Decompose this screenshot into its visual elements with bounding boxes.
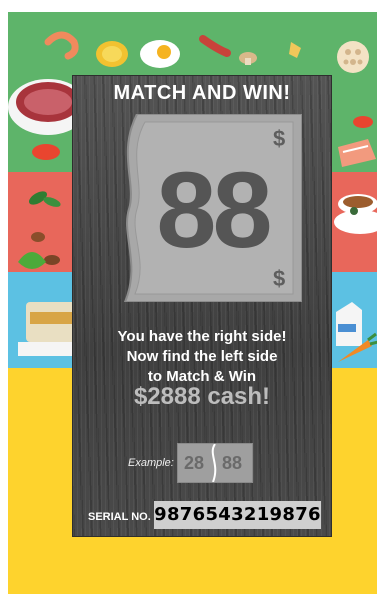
pasta-icon — [289, 42, 301, 58]
egg-icon — [140, 40, 180, 68]
instruction-text: You have the right side! Now find the le… — [73, 327, 331, 387]
card-title: MATCH AND WIN! — [113, 82, 291, 104]
example-label: Example: — [128, 457, 174, 469]
milk-carton-icon — [336, 302, 362, 346]
example-left-number: 28 — [184, 453, 205, 473]
lettuce-icon — [18, 252, 46, 269]
lotus-root-icon — [337, 41, 369, 73]
shrimp-icon — [44, 31, 79, 60]
serial-number-box: 9876543219876 — [154, 501, 321, 529]
prize-text: $2888 cash! — [133, 383, 271, 410]
example-right-number: 88 — [222, 453, 243, 473]
teacup-icon — [334, 194, 377, 234]
dollar-sign-bottom: $ — [273, 266, 286, 291]
mushroom-icon — [239, 52, 257, 65]
instruction-line-2: Now find the left side — [126, 348, 278, 365]
corn-icon — [96, 41, 128, 67]
ticket-number: 88 — [156, 149, 272, 270]
instruction-line-1: You have the right side! — [117, 328, 287, 345]
serial-number: 9876543219876 — [154, 504, 321, 525]
sausage-icon — [199, 35, 231, 57]
right-half-ticket[interactable]: $ $ 88 — [115, 114, 302, 302]
dollar-sign-top: $ — [273, 126, 286, 151]
serial-label: SERIAL NO. — [88, 511, 151, 523]
salmon-icon — [338, 139, 376, 167]
example-ticket: 28 88 — [177, 443, 253, 483]
scratch-card[interactable]: MATCH AND WIN! $ $ 88 You have the right… — [73, 76, 331, 536]
